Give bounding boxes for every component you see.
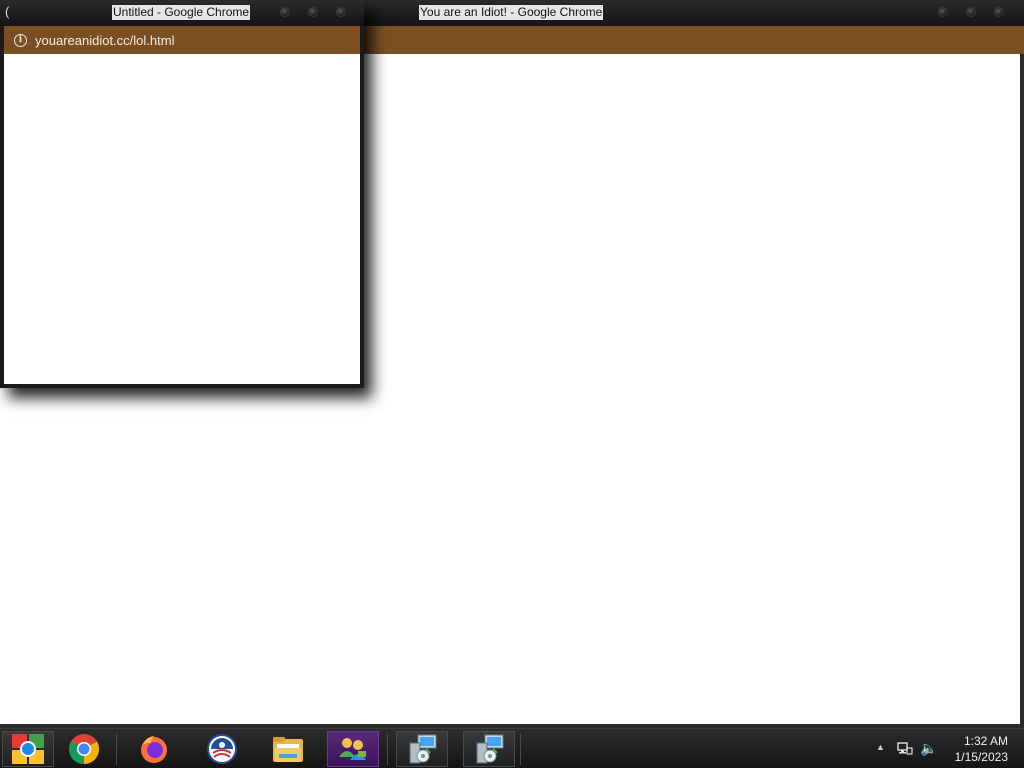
- popup-page-content[interactable]: [4, 54, 360, 384]
- taskbar-separator: [520, 733, 521, 765]
- popup-window-title: Untitled - Google Chrome: [112, 5, 251, 20]
- maximize-button[interactable]: [966, 7, 976, 17]
- clock[interactable]: 1:32 AM 1/15/2023: [955, 733, 1008, 765]
- taskbar-messenger[interactable]: [327, 731, 379, 767]
- system-tray: ▲ 🔈 1:32 AM 1/15/2023: [864, 729, 1024, 768]
- taskbar: ▲ 🔈 1:32 AM 1/15/2023: [0, 728, 1024, 768]
- clock-time: 1:32 AM: [963, 734, 1008, 748]
- close-button[interactable]: [336, 7, 346, 17]
- maximize-button[interactable]: [308, 7, 318, 17]
- chrome-icon: [68, 734, 100, 764]
- popup-titlebar[interactable]: ( Untitled - Google Chrome: [0, 0, 364, 26]
- folder-icon: [273, 737, 303, 762]
- app-menu-icon[interactable]: (: [5, 4, 9, 20]
- desktop: You are an Idiot! - Google Chrome ( Unti…: [0, 0, 1024, 768]
- info-icon[interactable]: i: [14, 33, 27, 47]
- chrome-start-icon: [12, 734, 44, 764]
- popup-url[interactable]: youareanidiot.cc/lol.html: [35, 33, 174, 48]
- main-window-title: You are an Idiot! - Google Chrome: [419, 5, 604, 20]
- show-hidden-icons-arrow[interactable]: ▲: [876, 742, 885, 752]
- taskbar-installer-1[interactable]: [396, 731, 448, 767]
- close-button[interactable]: [994, 7, 1004, 17]
- people-icon: [339, 738, 366, 760]
- network-icon[interactable]: [897, 741, 913, 757]
- start-button[interactable]: [2, 731, 54, 767]
- firefox-icon: [141, 736, 167, 763]
- taskbar-firefox[interactable]: [128, 731, 180, 767]
- popup-address-bar[interactable]: i youareanidiot.cc/lol.html: [4, 26, 360, 54]
- minimize-button[interactable]: [280, 7, 290, 17]
- minimize-button[interactable]: [938, 7, 948, 17]
- taskbar-obama[interactable]: [196, 731, 248, 767]
- taskbar-chrome[interactable]: [58, 731, 110, 767]
- volume-icon[interactable]: 🔈: [920, 740, 937, 757]
- popup-window-controls: [280, 7, 346, 17]
- main-window-controls: [938, 7, 1004, 17]
- clock-date: 1/15/2023: [954, 750, 1008, 764]
- popup-browser-window[interactable]: ( Untitled - Google Chrome i youareanidi…: [0, 0, 364, 388]
- obama-logo-icon: [207, 734, 237, 764]
- window-right-border: [1020, 54, 1024, 728]
- taskbar-installer-2[interactable]: [463, 731, 515, 767]
- installer-icon: [476, 734, 504, 764]
- taskbar-separator: [116, 733, 117, 765]
- taskbar-separator: [387, 733, 388, 765]
- taskbar-file-explorer[interactable]: [262, 731, 314, 767]
- installer-icon: [409, 734, 437, 764]
